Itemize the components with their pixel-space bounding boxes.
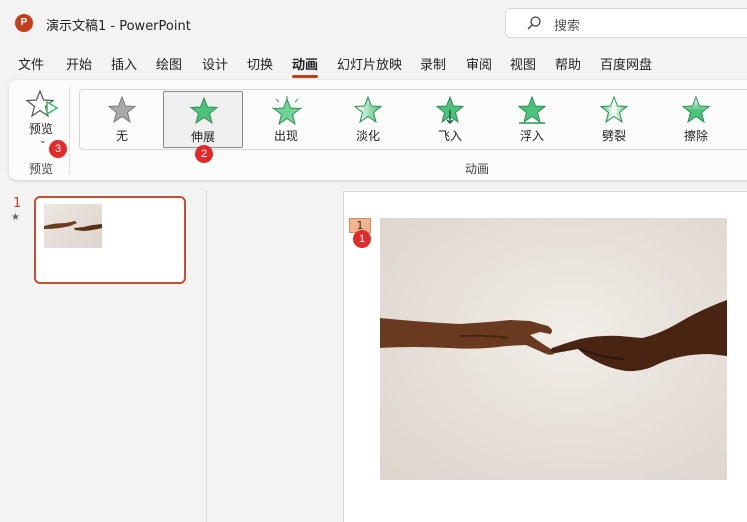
animation-stretch-label: 伸展	[190, 130, 215, 144]
slide-number: 1	[13, 196, 22, 211]
powerpoint-logo-icon: P	[15, 14, 33, 32]
ribbon-divider	[69, 86, 70, 174]
animation-fade[interactable]: 淡化	[328, 91, 408, 148]
animation-fly-in-label: 飞入	[437, 129, 462, 143]
animation-wipe-label: 擦除	[683, 129, 708, 143]
tab-home[interactable]: 开始	[66, 54, 92, 73]
chevron-down-icon[interactable]: ⌄	[39, 136, 47, 146]
slide-thumbnail[interactable]	[34, 196, 186, 284]
pane-divider	[206, 190, 207, 522]
tab-baidu-netdisk[interactable]: 百度网盘	[600, 54, 652, 73]
search-input[interactable]: 搜索	[505, 8, 747, 38]
thumbnail-image	[44, 204, 102, 248]
tab-file[interactable]: 文件	[18, 54, 44, 73]
ribbon-tabs: 文件 开始 插入 绘图 设计 切换 动画 幻灯片放映 录制 审阅 视图 帮助 百…	[0, 50, 747, 78]
star-split-icon	[600, 96, 628, 124]
animation-float-in[interactable]: 浮入	[492, 91, 572, 148]
animation-split-label: 劈裂	[601, 129, 626, 143]
animations-ribbon: 预览 ⌄ 预览 无 伸展 出现 淡化 飞入 浮入 劈裂 擦除 动画	[9, 80, 747, 180]
title-bar: P 演示文稿1 - PowerPoint 搜索	[0, 0, 747, 46]
animation-fade-label: 淡化	[355, 129, 380, 143]
search-placeholder: 搜索	[554, 19, 581, 34]
animation-appear-label: 出现	[273, 129, 298, 143]
animation-none[interactable]: 无	[82, 91, 162, 148]
star-burst-icon	[272, 96, 302, 126]
star-wipe-icon	[682, 96, 710, 124]
search-icon	[527, 16, 541, 30]
callout-badge-2: 2	[195, 145, 213, 163]
star-gray-icon	[108, 96, 136, 124]
star-fade-icon	[354, 96, 382, 124]
animation-appear[interactable]: 出现	[246, 91, 326, 148]
star-fly-icon	[436, 96, 464, 124]
tab-draw[interactable]: 绘图	[156, 54, 182, 73]
star-green-icon	[190, 97, 218, 125]
animation-wipe[interactable]: 擦除	[656, 91, 736, 148]
tab-insert[interactable]: 插入	[111, 54, 137, 73]
animation-fly-in[interactable]: 飞入	[410, 91, 490, 148]
tab-transitions[interactable]: 切换	[247, 54, 273, 73]
animation-star-icon: ★	[11, 212, 20, 223]
document-title: 演示文稿1 - PowerPoint	[46, 19, 191, 34]
tab-view[interactable]: 视图	[510, 54, 536, 73]
preview-star-icon	[25, 89, 59, 118]
tab-help[interactable]: 帮助	[555, 54, 581, 73]
preview-label: 预览	[29, 122, 54, 136]
animation-float-in-label: 浮入	[519, 129, 544, 143]
star-float-icon	[518, 96, 546, 124]
animation-gallery: 无 伸展 出现 淡化 飞入 浮入 劈裂 擦除	[79, 89, 747, 150]
animation-group-label: 动画	[465, 162, 490, 176]
tab-animations[interactable]: 动画	[292, 54, 319, 78]
animation-stretch[interactable]: 伸展	[163, 91, 243, 148]
tab-slideshow[interactable]: 幻灯片放映	[337, 54, 402, 73]
animation-none-label: 无	[115, 129, 128, 143]
callout-badge-1: 1	[353, 230, 371, 248]
preview-group-label: 预览	[29, 162, 54, 176]
callout-badge-3: 3	[49, 140, 67, 158]
slide-photo-hands[interactable]	[380, 218, 727, 480]
animation-split[interactable]: 劈裂	[574, 91, 654, 148]
tab-record[interactable]: 录制	[420, 54, 446, 73]
tab-design[interactable]: 设计	[202, 54, 228, 73]
tab-review[interactable]: 审阅	[466, 54, 492, 73]
